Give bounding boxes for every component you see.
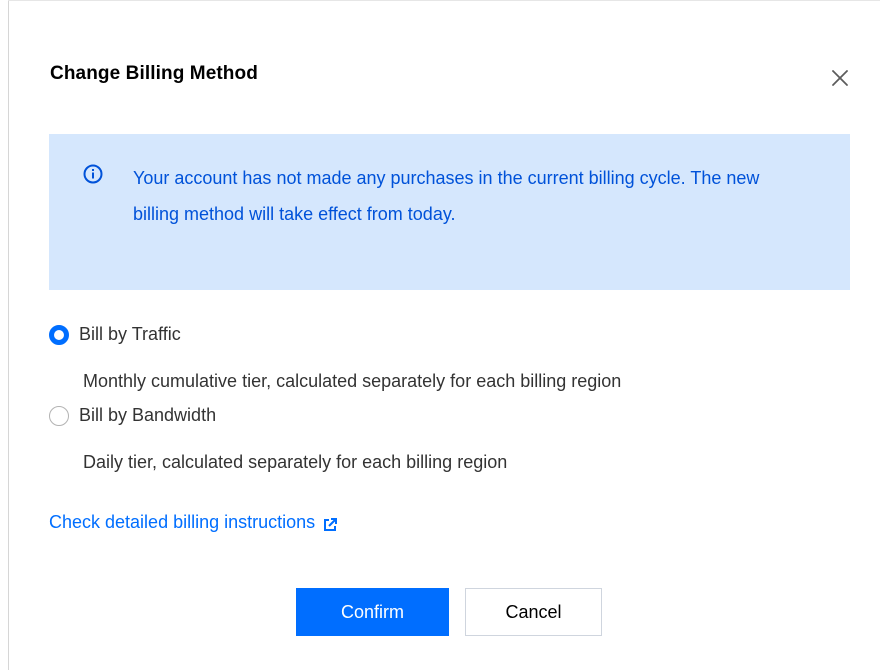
- notice-text: Your account has not made any purchases …: [133, 168, 760, 224]
- billing-instructions-link[interactable]: Check detailed billing instructions: [49, 512, 338, 533]
- close-icon[interactable]: [829, 67, 851, 89]
- radio-button-unchecked[interactable]: [49, 405, 69, 426]
- confirm-button[interactable]: Confirm: [296, 588, 449, 636]
- option-description: Monthly cumulative tier, calculated sepa…: [83, 371, 622, 391]
- option-description: Daily tier, calculated separately for ea…: [83, 452, 508, 472]
- radio-option-bill-by-bandwidth[interactable]: Bill by Bandwidth: [49, 405, 216, 426]
- radio-button-checked[interactable]: [49, 324, 69, 345]
- change-billing-dialog: Change Billing Method Your account has n…: [9, 1, 880, 670]
- link-label: Check detailed billing instructions: [49, 512, 316, 532]
- option-label: Bill by Bandwidth: [79, 405, 217, 425]
- page: Change Billing Method Your account has n…: [0, 0, 880, 670]
- notice-banner: Your account has not made any purchases …: [49, 134, 850, 290]
- external-link-icon: [323, 516, 338, 531]
- radio-option-bill-by-traffic[interactable]: Bill by Traffic: [49, 324, 181, 345]
- dialog-title: Change Billing Method: [50, 63, 258, 84]
- cancel-button[interactable]: Cancel: [465, 588, 602, 636]
- option-label: Bill by Traffic: [79, 324, 181, 344]
- info-icon: [83, 164, 103, 184]
